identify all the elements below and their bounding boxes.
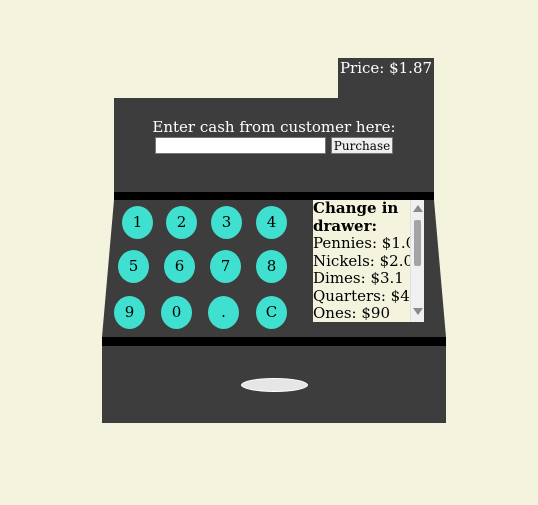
- key-clear[interactable]: C: [256, 296, 287, 329]
- key-7[interactable]: 7: [210, 250, 241, 283]
- drawer-scrollbar[interactable]: [410, 200, 424, 322]
- drawer-pennies: Pennies: $1.01: [313, 234, 421, 252]
- scroll-thumb[interactable]: [414, 220, 421, 266]
- scroll-up-arrow-icon[interactable]: [413, 205, 423, 212]
- purchase-button[interactable]: Purchase: [331, 137, 393, 154]
- cash-drawer: [102, 346, 446, 423]
- key-4[interactable]: 4: [256, 206, 287, 239]
- top-divider: [114, 192, 434, 200]
- key-8[interactable]: 8: [256, 250, 287, 283]
- key-9[interactable]: 9: [114, 296, 145, 329]
- cash-register: Price: $1.87 Enter cash from customer he…: [0, 0, 538, 505]
- bottom-divider: [102, 337, 446, 346]
- cash-input[interactable]: [155, 137, 326, 154]
- key-5[interactable]: 5: [118, 250, 149, 283]
- key-1[interactable]: 1: [122, 206, 153, 239]
- price-label: Price: $1.87: [339, 59, 433, 77]
- change-in-drawer-panel[interactable]: Change in drawer: Pennies: $1.01 Nickels…: [313, 200, 421, 322]
- drawer-ones: Ones: $90: [313, 304, 390, 322]
- key-decimal[interactable]: .: [208, 296, 239, 329]
- drawer-quarters: Quarters: $4.25: [313, 286, 421, 305]
- price-display: Price: $1.87: [338, 58, 434, 98]
- scroll-down-arrow-icon[interactable]: [413, 308, 423, 315]
- key-6[interactable]: 6: [164, 250, 195, 283]
- key-2[interactable]: 2: [166, 206, 197, 239]
- drawer-dimes: Dimes: $3.1: [313, 269, 404, 287]
- drawer-nickels: Nickels: $2.05: [313, 251, 421, 270]
- cash-prompt: Enter cash from customer here:: [152, 118, 396, 136]
- key-3[interactable]: 3: [211, 206, 242, 239]
- register-top-panel: Enter cash from customer here: Purchase: [114, 98, 434, 192]
- key-0[interactable]: 0: [161, 296, 192, 329]
- change-in-drawer-title: Change in drawer:: [313, 200, 399, 235]
- drawer-handle: [241, 378, 308, 392]
- keypad-panel: 1 2 3 4 5 6 7 8 9 0 . C Change in drawer…: [102, 200, 446, 337]
